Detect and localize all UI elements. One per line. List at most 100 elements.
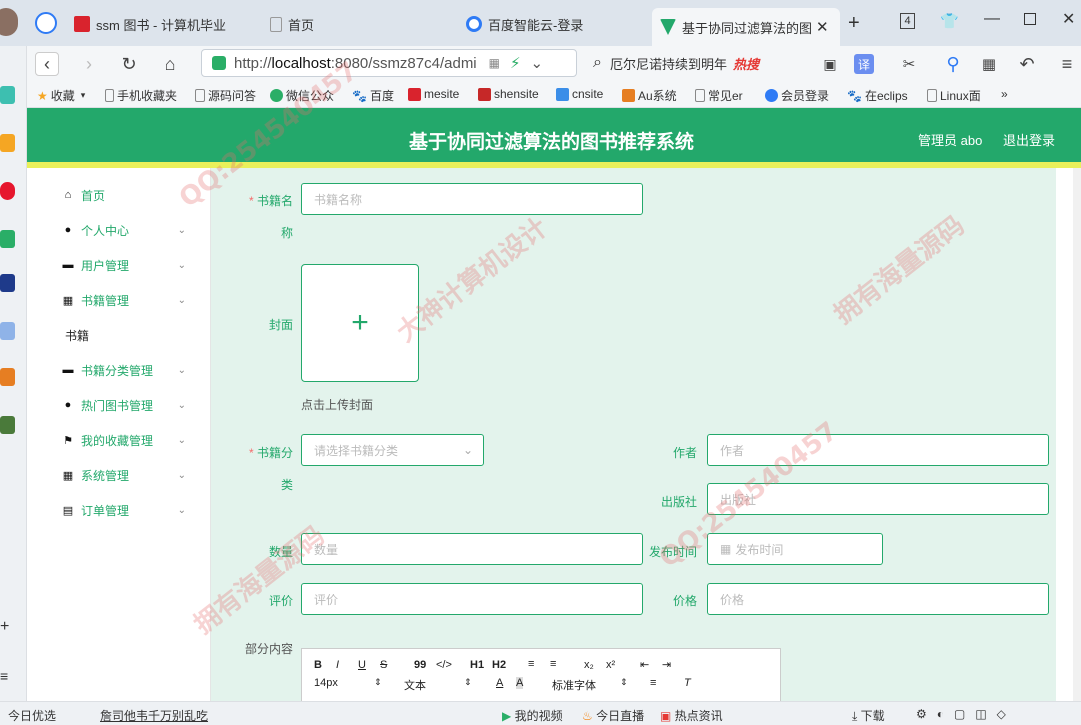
category-select[interactable]: 请选择书籍分类 ⌄ (301, 434, 484, 466)
tab-home[interactable]: 首页 (270, 10, 450, 38)
status-news-ticker[interactable]: 詹司他韦千万别乱吃 (100, 707, 208, 724)
sidebar-item-system[interactable]: ▦ 系统管理 ⌄ (45, 460, 190, 490)
bookmark-wechat[interactable]: 微信公众 (270, 87, 334, 104)
close-window-icon[interactable]: ✕ (1062, 9, 1075, 29)
translate-icon[interactable]: 译 (854, 54, 874, 74)
bookmark-baidu[interactable]: 🐾 百度 (352, 87, 394, 104)
clear-format-icon[interactable]: T (684, 677, 691, 689)
new-tab-icon[interactable]: + (848, 12, 860, 35)
sidebar-item-orders[interactable]: ▤ 订单管理 ⌄ (45, 495, 190, 525)
sidebar-subitem-book[interactable]: 书籍 (45, 320, 190, 350)
ordered-list-button[interactable]: ≡ (528, 658, 534, 670)
reader-icon[interactable]: ▣ (818, 52, 842, 76)
status-daily-picks[interactable]: 今日优选 (8, 707, 56, 724)
close-tab-icon[interactable]: ✕ (816, 18, 829, 36)
status-my-video[interactable]: ▶ 我的视频 (502, 707, 563, 724)
chevron-updown-icon[interactable]: ⇕ (620, 677, 628, 688)
publisher-input[interactable]: 出版社 (707, 483, 1049, 515)
dock-game2-icon[interactable] (0, 416, 15, 434)
dock-star-icon[interactable] (0, 134, 15, 152)
bookmark-shensite[interactable]: shensite (478, 87, 539, 101)
rating-input[interactable]: 评价 (301, 583, 643, 615)
menu-icon[interactable]: ≡ (1055, 52, 1079, 76)
subscript-button[interactable]: x₂ (584, 659, 594, 671)
bullet-list-button[interactable]: ≡ (550, 658, 556, 670)
profile-avatar[interactable] (0, 8, 18, 36)
italic-button[interactable]: I (336, 659, 339, 671)
dock-weibo-icon[interactable] (0, 182, 15, 200)
magnifier-icon[interactable]: ⚲ (941, 52, 965, 76)
bookmark-linux[interactable]: Linux面 (927, 87, 981, 104)
tab-baidu-cloud[interactable]: 百度智能云-登录 (466, 10, 646, 38)
dock-menu-icon[interactable]: ≡ (0, 668, 8, 684)
status-hot-news[interactable]: ▣ 热点资讯 (660, 707, 723, 724)
home-icon[interactable]: ⌂ (158, 52, 182, 76)
status-tool-icons[interactable]: ⚙◐▢◫◇ (916, 707, 1016, 721)
align-icon[interactable]: ≡ (650, 677, 656, 689)
bookmark-cnsite[interactable]: cnsite (556, 87, 603, 101)
bookmark-member-login[interactable]: 会员登录 (765, 87, 829, 104)
bookmark-eclipse[interactable]: 🐾 在eclips (847, 87, 908, 104)
sidebar-item-favorites[interactable]: ⚑ 我的收藏管理 ⌄ (45, 425, 190, 455)
logout-button[interactable]: 退出登录 (1003, 130, 1055, 149)
sidebar-item-categories[interactable]: ▬ 书籍分类管理 ⌄ (45, 355, 190, 385)
font-family-select[interactable]: 标准字体 (552, 677, 596, 693)
forward-icon[interactable]: › (77, 52, 101, 76)
apps-grid-icon[interactable]: ▦ (977, 52, 1001, 76)
refresh-icon[interactable]: ↻ (117, 52, 141, 76)
quote-button[interactable]: 99 (414, 659, 426, 671)
chevron-updown-icon[interactable]: ⇕ (374, 677, 382, 688)
search-box[interactable]: ⌕ 厄尔尼诺持续到明年 热搜 (593, 49, 803, 77)
sidebar-item-books[interactable]: ▦ 书籍管理 ⌄ (45, 285, 190, 315)
maximize-icon[interactable] (1024, 13, 1036, 25)
code-button[interactable]: </> (436, 659, 452, 671)
lightning-icon[interactable]: ⚡ (510, 54, 521, 72)
dock-news-icon[interactable] (0, 274, 15, 292)
chevron-down-icon[interactable]: ⌄ (531, 54, 544, 72)
dock-mail-icon[interactable] (0, 230, 15, 248)
sidebar-item-home[interactable]: ⌂ 首页 (45, 180, 190, 210)
browser-logo-icon[interactable] (35, 12, 57, 34)
h2-button[interactable]: H2 (492, 659, 506, 671)
cover-upload-button[interactable]: + (301, 264, 419, 382)
dock-add-icon[interactable]: + (0, 618, 9, 636)
bookmark-source-qa[interactable]: 源码问答 (195, 87, 256, 104)
author-input[interactable]: 作者 (707, 434, 1049, 466)
bookmarks-more-icon[interactable]: » (1001, 87, 1008, 101)
status-live[interactable]: ♨ 今日直播 (582, 707, 644, 724)
outdent-button[interactable]: ⇤ (640, 658, 649, 671)
quantity-input[interactable]: 数量 (301, 533, 643, 565)
tab-ssm[interactable]: ssm 图书 - 计算机毕业 (74, 10, 254, 38)
sidebar-item-profile[interactable]: ● 个人中心 ⌄ (45, 215, 190, 245)
text-style-select[interactable]: 文本 (404, 677, 426, 693)
bookmark-favorites[interactable]: ★ 收藏 ▾ (37, 87, 85, 104)
chevron-updown-icon[interactable]: ⇕ (464, 677, 472, 688)
bookmark-mobile[interactable]: 手机收藏夹 (105, 87, 177, 104)
back-icon[interactable]: ‹ (35, 52, 59, 76)
tab-counter[interactable]: 4 (900, 13, 915, 29)
superscript-button[interactable]: x² (606, 659, 615, 671)
bookmark-faq[interactable]: 常见er (695, 87, 743, 104)
tab-active[interactable]: 基于协同过滤算法的图书 ✕ (652, 8, 840, 46)
undo-icon[interactable]: ↶ (1015, 52, 1039, 76)
sidebar-item-popular[interactable]: ● 热门图书管理 ⌄ (45, 390, 190, 420)
price-input[interactable]: 价格 (707, 583, 1049, 615)
indent-button[interactable]: ⇥ (662, 658, 671, 671)
dock-app-icon[interactable] (0, 86, 15, 104)
publish-time-picker[interactable]: ▦ 发布时间 (707, 533, 883, 565)
shirt-icon[interactable]: 👕 (940, 12, 959, 30)
scissors-icon[interactable]: ✂ (897, 52, 921, 76)
h1-button[interactable]: H1 (470, 659, 484, 671)
sidebar-item-users[interactable]: ▬ 用户管理 ⌄ (45, 250, 190, 280)
qr-icon[interactable]: ▦ (489, 56, 500, 70)
scrollbar[interactable] (1073, 168, 1081, 701)
font-size-select[interactable]: 14px (314, 677, 338, 689)
rich-text-editor[interactable]: B I U S 99 </> H1 H2 ≡ ≡ x₂ x² ⇤ ⇥ 14px … (301, 648, 781, 708)
bg-color-icon[interactable]: A (516, 677, 524, 689)
font-color-icon[interactable]: A (496, 677, 503, 689)
dock-doc-icon[interactable] (0, 322, 15, 340)
bookmark-au[interactable]: Au系统 (622, 87, 677, 104)
book-name-input[interactable]: 书籍名称 (301, 183, 643, 215)
bookmark-mesite[interactable]: mesite (408, 87, 459, 101)
bold-button[interactable]: B (314, 659, 322, 671)
